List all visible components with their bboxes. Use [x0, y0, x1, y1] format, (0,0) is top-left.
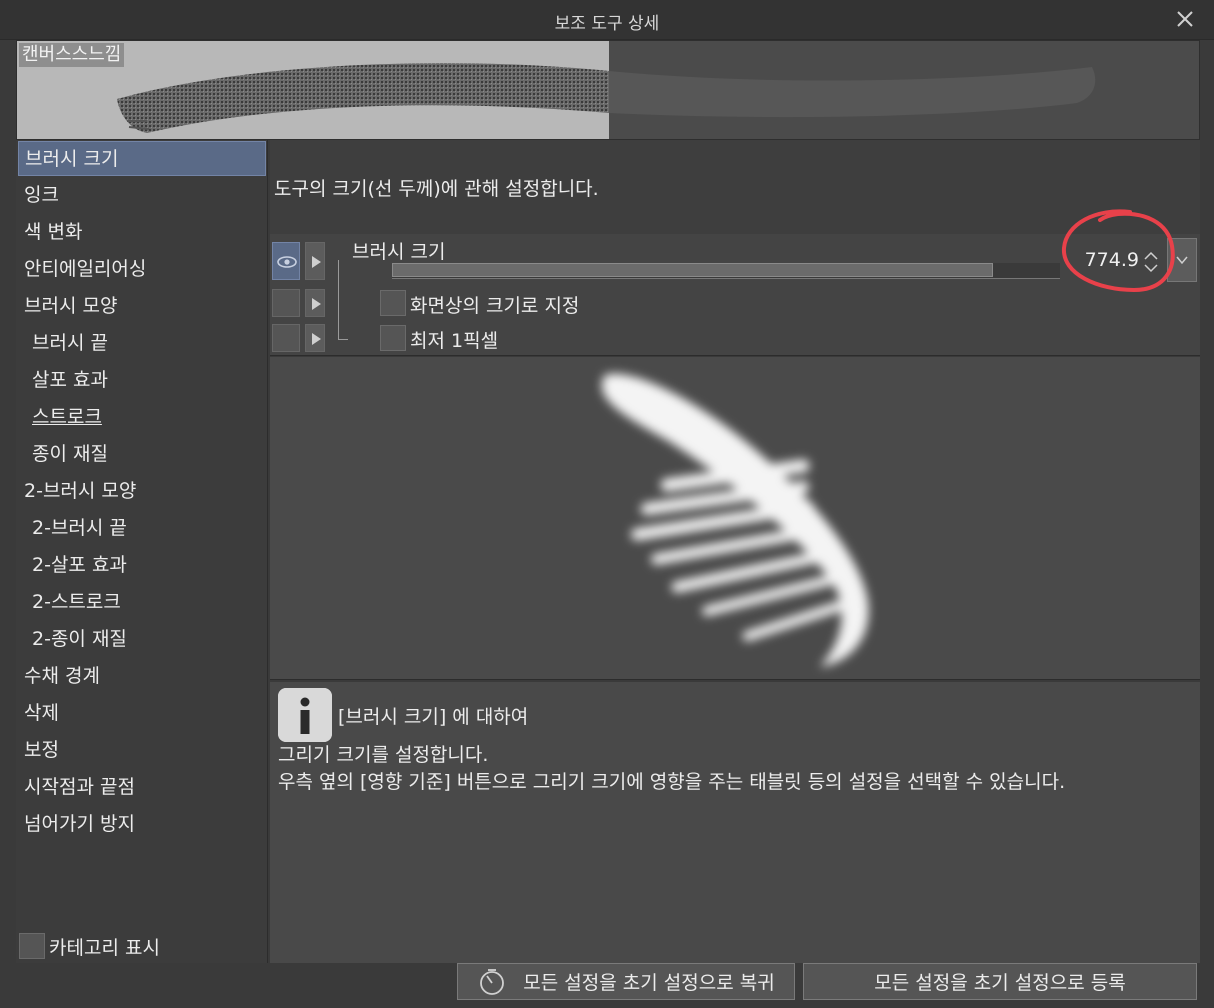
sidebar-item-brush-size[interactable]: 브러시 크기 — [18, 141, 266, 176]
close-icon[interactable] — [1172, 6, 1198, 32]
brush-size-slider-fill — [392, 263, 994, 277]
expand-screen-size-button[interactable] — [305, 289, 325, 317]
info-panel: [브러시 크기] 에 대하여 그리기 크기를 설정합니다. 우측 옆의 [영향 … — [270, 682, 1200, 963]
show-category-toggle: 카테고리 표시 — [19, 932, 160, 960]
sidebar-item-spray-effect[interactable]: 살포 효과 — [18, 363, 266, 398]
brush-size-value: 774.9 — [1084, 249, 1139, 271]
sidebar-item-erase[interactable]: 삭제 — [18, 696, 266, 731]
category-description: 도구의 크기(선 두께)에 관해 설정합니다. — [270, 140, 1200, 234]
min-pixel-checkbox[interactable] — [380, 325, 406, 351]
screen-size-checkbox[interactable] — [380, 290, 406, 316]
category-sidebar: 브러시 크기 잉크 색 변화 안티에일리어싱 브러시 모양 브러시 끝 살포 효… — [16, 140, 268, 963]
tree-line — [338, 260, 339, 340]
window-title: 보조 도구 상세 — [554, 14, 660, 34]
info-heading: [브러시 크기] 에 대하여 — [338, 706, 529, 728]
expand-brush-size-button[interactable] — [305, 242, 325, 280]
eye-icon — [277, 256, 297, 268]
sidebar-item-2-stroke[interactable]: 2-스트로크 — [18, 585, 266, 620]
sidebar-item-stroke[interactable]: 스트로크 — [18, 400, 266, 435]
sidebar-item-2-brush-tip[interactable]: 2-브러시 끝 — [18, 511, 266, 546]
show-category-label: 카테고리 표시 — [49, 936, 160, 959]
sidebar-item-watercolor-edge[interactable]: 수채 경계 — [18, 659, 266, 694]
triangle-right-icon — [312, 256, 321, 268]
sidebar-item-brush-shape[interactable]: 브러시 모양 — [18, 289, 266, 324]
influence-settings-button[interactable] — [1167, 238, 1197, 282]
preview-brush-name: 캔버스스느낌 — [19, 43, 125, 67]
description-text: 도구의 크기(선 두께)에 관해 설정합니다. — [274, 178, 599, 200]
brush-tip-preview — [270, 357, 1200, 680]
visibility-toggle[interactable] — [272, 242, 300, 280]
tree-line-end — [338, 339, 348, 340]
sidebar-item-ink[interactable]: 잉크 — [18, 178, 266, 213]
spin-arrows-icon[interactable] — [1143, 247, 1159, 277]
screen-size-label: 화면상의 크기로 지정 — [410, 295, 580, 317]
info-line-2: 우측 옆의 [영향 기준] 버튼으로 그리기 크기에 영향을 주는 태블릿 등의… — [278, 771, 1066, 793]
sidebar-item-correction[interactable]: 보정 — [18, 733, 266, 768]
restore-defaults-label: 모든 설정을 초기 설정으로 복귀 — [523, 972, 775, 994]
brush-size-label: 브러시 크기 — [352, 241, 446, 263]
register-defaults-label: 모든 설정을 초기 설정으로 등록 — [874, 972, 1126, 994]
brush-tip-preview-graphic — [601, 373, 869, 667]
settings-panel: 브러시 크기 774.9 화면상의 크기로 지정 최저 1픽셀 — [270, 234, 1200, 356]
info-line-1: 그리기 크기를 설정합니다. — [278, 744, 489, 766]
title-bar: 보조 도구 상세 — [0, 0, 1214, 40]
expand-min-pixel-button[interactable] — [305, 324, 325, 352]
sidebar-item-brush-tip[interactable]: 브러시 끝 — [18, 326, 266, 361]
sidebar-item-color-change[interactable]: 색 변화 — [18, 215, 266, 250]
stroke-preview-graphic — [117, 63, 1096, 133]
sidebar-item-anti-aliasing[interactable]: 안티에일리어싱 — [18, 252, 266, 287]
reset-timer-icon — [480, 968, 505, 995]
info-icon — [278, 688, 332, 742]
triangle-right-icon — [312, 333, 321, 345]
brush-size-slider[interactable] — [392, 263, 1060, 279]
restore-defaults-button[interactable]: 모든 설정을 초기 설정으로 복귀 — [457, 963, 795, 1000]
sidebar-item-2-brush-shape[interactable]: 2-브러시 모양 — [18, 474, 266, 509]
chevron-down-icon — [1176, 256, 1188, 265]
stroke-preview: 캔버스스느낌 — [16, 40, 1200, 140]
triangle-right-icon — [312, 298, 321, 310]
show-category-checkbox[interactable] — [19, 933, 45, 959]
bottom-bar: 모든 설정을 초기 설정으로 복귀 모든 설정을 초기 설정으로 등록 — [16, 963, 1200, 1001]
sidebar-item-2-paper-texture[interactable]: 2-종이 재질 — [18, 622, 266, 657]
info-body: 그리기 크기를 설정합니다. 우측 옆의 [영향 기준] 버튼으로 그리기 크기… — [278, 742, 1065, 796]
sidebar-item-2-spray-effect[interactable]: 2-살포 효과 — [18, 548, 266, 583]
screen-size-blank-toggle[interactable] — [272, 289, 300, 317]
brush-size-value-field[interactable]: 774.9 — [1065, 239, 1165, 283]
sidebar-item-paper-texture[interactable]: 종이 재질 — [18, 437, 266, 472]
min-pixel-label: 최저 1픽셀 — [410, 330, 499, 352]
register-defaults-button[interactable]: 모든 설정을 초기 설정으로 등록 — [803, 963, 1197, 1000]
min-pixel-blank-toggle[interactable] — [272, 324, 300, 352]
sidebar-item-overflow-prevention[interactable]: 넘어가기 방지 — [18, 807, 266, 842]
sidebar-item-start-end[interactable]: 시작점과 끝점 — [18, 770, 266, 805]
